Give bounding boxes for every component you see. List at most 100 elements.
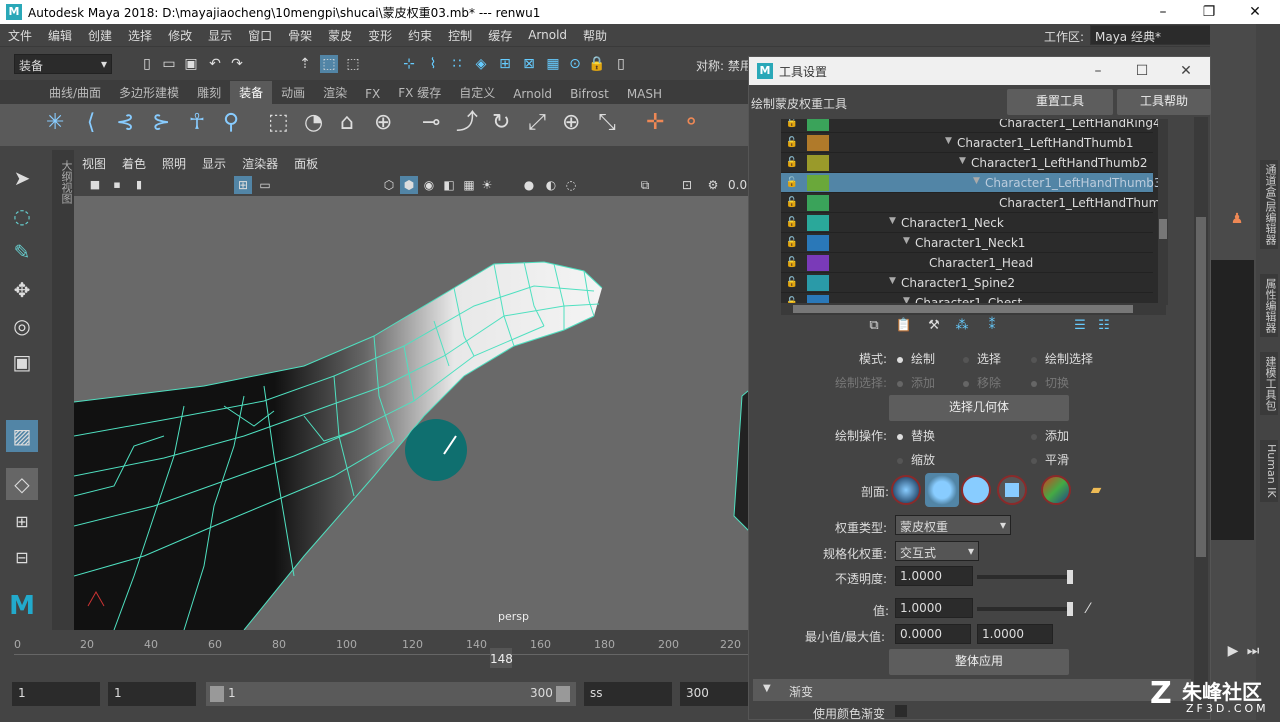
op-scale-radio[interactable]: 缩放	[897, 451, 935, 468]
magnet-icon[interactable]: ⊙	[566, 55, 584, 73]
gradient-section-header[interactable]: ▼ 渐变	[753, 679, 1191, 701]
lock-icon[interactable]: 🔓	[785, 156, 799, 170]
locator-icon[interactable]: ✛	[646, 112, 664, 134]
menu-modify[interactable]: 修改	[160, 27, 200, 44]
select-geometry-button[interactable]: 选择几何体	[889, 395, 1069, 421]
normalize-dropdown[interactable]: 交互式 ▾	[895, 541, 979, 561]
tool-help-button[interactable]: 工具帮助	[1117, 89, 1211, 115]
menu-windows[interactable]: 窗口	[240, 27, 280, 44]
shelf-tab-arnold[interactable]: Arnold	[504, 84, 561, 104]
tab-human-ik[interactable]: Human IK	[1260, 440, 1278, 502]
expand-arrow-icon[interactable]: ▼	[903, 236, 910, 246]
time-slider[interactable]: 0 20 40 60 80 100 120 140 160 180 200 22…	[0, 634, 748, 674]
profile-file-icon[interactable]	[1041, 475, 1071, 505]
shelf-tab-custom[interactable]: 自定义	[450, 81, 504, 104]
snap-surface-icon[interactable]: ◈	[472, 55, 490, 73]
dialog-minimize-button[interactable]: –	[1075, 57, 1121, 85]
constraint-aim-icon[interactable]: ⤴	[456, 112, 478, 134]
opacity-slider-knob[interactable]	[1067, 570, 1073, 584]
scroll-thumb[interactable]	[1159, 219, 1167, 239]
humanik-icon[interactable]: ☥	[188, 112, 206, 134]
smooth-bind-icon[interactable]: ◔	[304, 112, 323, 134]
shadows-icon[interactable]: ●	[520, 176, 538, 194]
menu-cache[interactable]: 缓存	[480, 27, 520, 44]
start-time-field[interactable]: 1	[12, 682, 100, 706]
range-start-handle[interactable]	[210, 686, 224, 702]
viewport-menu-lighting[interactable]: 照明	[154, 155, 194, 172]
symmetry-label[interactable]: 对称: 禁用	[696, 57, 752, 74]
shelf-tab-sculpting[interactable]: 雕刻	[188, 81, 230, 104]
menu-constrain[interactable]: 约束	[400, 27, 440, 44]
end-time-field[interactable]: 300	[680, 682, 748, 706]
rotate-tool-icon[interactable]: ◎	[6, 310, 38, 342]
move-tool-icon[interactable]: ✥	[6, 274, 38, 306]
lock-icon[interactable]: 🔓	[785, 216, 799, 230]
textured-icon[interactable]: ◧	[440, 176, 458, 194]
shelf-tab-fx[interactable]: FX	[356, 84, 389, 104]
lock-icon[interactable]: 🔓	[785, 136, 799, 150]
op-replace-radio[interactable]: 替换	[897, 427, 935, 444]
dialog-maximize-button[interactable]: ☐	[1119, 57, 1165, 85]
constraint-point-icon[interactable]: ⊸	[422, 112, 440, 134]
history-icon[interactable]: ▦	[544, 55, 562, 73]
humanik-figure-icon[interactable]: ♟	[1228, 210, 1246, 228]
ik-spline-icon[interactable]: ⊰	[116, 112, 134, 134]
op-smooth-radio[interactable]: 平滑	[1031, 451, 1069, 468]
tab-attribute-editor[interactable]: 属性编辑器	[1260, 274, 1278, 337]
exposure-value[interactable]: 0.0	[728, 178, 747, 192]
shelf-tab-bifrost[interactable]: Bifrost	[561, 84, 618, 104]
constraint-parent-icon[interactable]: ⊕	[562, 112, 580, 134]
menu-create[interactable]: 创建	[80, 27, 120, 44]
snap-plane-icon[interactable]: ⊞	[496, 55, 514, 73]
range-bar[interactable]: 1 300	[206, 682, 576, 706]
scroll-thumb[interactable]	[1196, 217, 1206, 557]
influence-row[interactable]: 🔓 Character1_Head	[781, 253, 1153, 273]
new-scene-icon[interactable]: ▯	[138, 55, 156, 73]
skeleton-icon[interactable]: ⚲	[222, 112, 240, 134]
maximize-button[interactable]: ❐	[1186, 0, 1232, 24]
menu-file[interactable]: 文件	[0, 27, 40, 44]
viewport-menu-show[interactable]: 显示	[194, 155, 234, 172]
xray-icon[interactable]: ▦	[460, 176, 478, 194]
paint-select-icon[interactable]: ✎	[6, 236, 38, 268]
save-scene-icon[interactable]: ▣	[182, 55, 200, 73]
paint-select-toggle-radio[interactable]: 切换	[1031, 374, 1069, 391]
camera-attr-icon[interactable]: ▪	[108, 176, 126, 194]
playback-start-field[interactable]: 1	[108, 682, 196, 706]
menu-set-dropdown[interactable]: 装备 ▾	[14, 54, 112, 74]
range-end-handle[interactable]	[556, 686, 570, 702]
smooth-shade-icon[interactable]: ⬢	[400, 176, 418, 194]
film-gate-icon[interactable]: ▭	[256, 176, 274, 194]
use-color-ramp-checkbox[interactable]	[895, 705, 907, 717]
constraint-pole-icon[interactable]: ⤡	[598, 112, 616, 134]
dialog-close-button[interactable]: ✕	[1163, 57, 1209, 85]
menu-select[interactable]: 选择	[120, 27, 160, 44]
close-button[interactable]: ✕	[1232, 0, 1278, 24]
menu-control[interactable]: 控制	[440, 27, 480, 44]
influence-list-hscrollbar[interactable]	[781, 303, 1166, 315]
lock-icon[interactable]: 🔓	[785, 176, 799, 190]
minimize-button[interactable]: –	[1140, 0, 1186, 24]
value-slider-knob[interactable]	[1067, 602, 1073, 616]
lock-icon[interactable]: 🔓	[785, 236, 799, 250]
mode-paint-select-radio[interactable]: 绘制选择	[1031, 350, 1093, 367]
viewport-menu-panels[interactable]: 面板	[286, 155, 326, 172]
dialog-scrollbar[interactable]	[1194, 117, 1208, 697]
menu-display[interactable]: 显示	[200, 27, 240, 44]
shelf-tab-polygons[interactable]: 多边形建模	[110, 81, 188, 104]
menu-deform[interactable]: 变形	[360, 27, 400, 44]
expand-arrow-icon[interactable]: ▼	[945, 136, 952, 146]
menu-edit[interactable]: 编辑	[40, 27, 80, 44]
shelf-tab-mash[interactable]: MASH	[618, 84, 671, 104]
select-tool-icon[interactable]: ➤	[6, 162, 38, 194]
shelf-tab-fx-caching[interactable]: FX 缓存	[389, 81, 450, 104]
exposure-icon[interactable]: ⚙	[704, 176, 722, 194]
paste-weights-icon[interactable]: 📋	[895, 317, 913, 335]
copy-weights-icon[interactable]: ⧉	[865, 317, 883, 335]
scroll-thumb[interactable]	[793, 305, 1133, 313]
redo-icon[interactable]: ↷	[228, 55, 246, 73]
opacity-slider[interactable]	[977, 570, 1073, 584]
menu-skeleton[interactable]: 骨架	[280, 27, 320, 44]
insert-joint-icon[interactable]: ⊱	[152, 112, 170, 134]
op-add-radio[interactable]: 添加	[1031, 427, 1069, 444]
